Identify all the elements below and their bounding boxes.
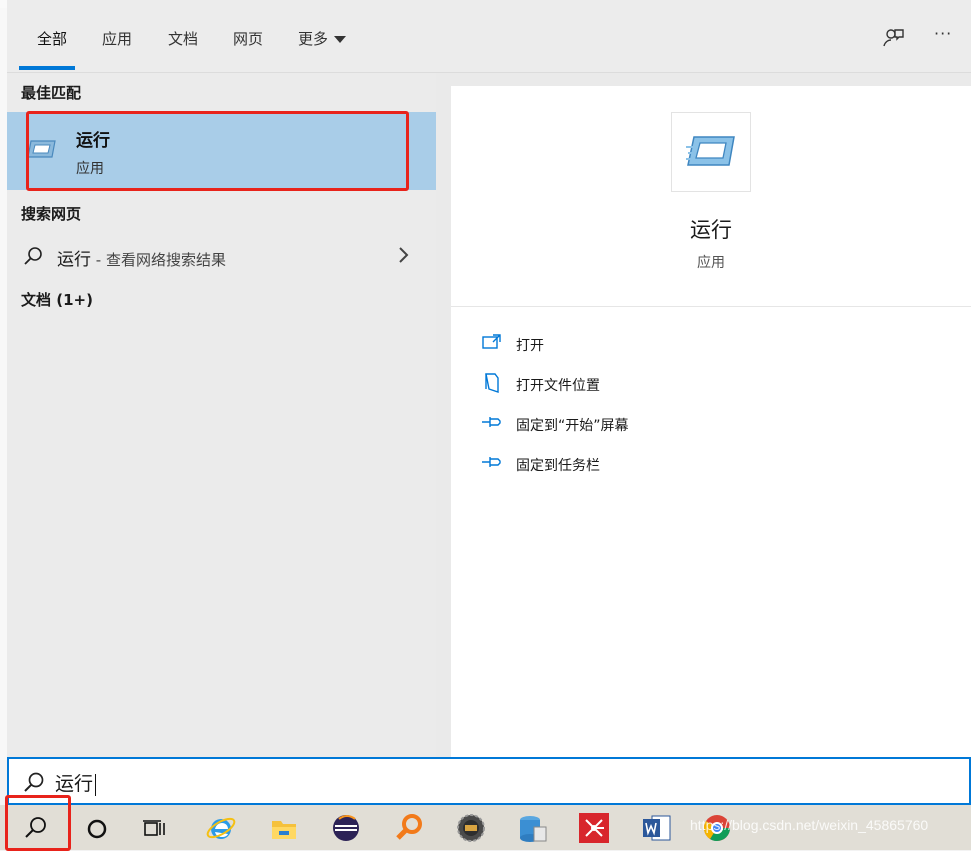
run-app-icon bbox=[686, 136, 735, 166]
word-icon[interactable] bbox=[640, 811, 674, 845]
file-explorer-icon[interactable] bbox=[267, 811, 301, 845]
database-icon[interactable] bbox=[516, 811, 550, 845]
run-app-icon bbox=[27, 140, 56, 158]
tab-more-label: 更多 bbox=[298, 30, 329, 48]
tab-all[interactable]: 全部 bbox=[37, 28, 67, 49]
search-input[interactable]: 运行 bbox=[55, 769, 97, 796]
best-match-subtitle: 应用 bbox=[76, 161, 104, 177]
file-location-icon bbox=[485, 373, 499, 393]
open-file-location-action[interactable]: 打开文件位置 bbox=[481, 370, 881, 400]
open-action[interactable]: 打开 bbox=[481, 330, 881, 360]
preview-subtitle: 应用 bbox=[697, 255, 725, 271]
search-panel: 全部 应用 文档 网页 更多 ··· 最佳匹配 运行 应用 搜索网页 运行 - … bbox=[7, 0, 971, 757]
tab-documents[interactable]: 文档 bbox=[168, 28, 198, 49]
documents-heading: 文档 (1+) bbox=[21, 291, 93, 309]
dev-ide-icon[interactable] bbox=[454, 811, 488, 845]
web-search-heading: 搜索网页 bbox=[21, 205, 82, 223]
preview-icon-box bbox=[671, 112, 751, 192]
preview-title: 运行 bbox=[690, 218, 732, 242]
text-caret bbox=[95, 773, 97, 796]
search-icon bbox=[24, 772, 44, 792]
web-result-suffix: - 查看网络搜索结果 bbox=[91, 251, 226, 269]
task-view-icon[interactable] bbox=[138, 811, 172, 845]
more-options-icon[interactable]: ··· bbox=[934, 24, 952, 43]
web-result-text: 运行 - 查看网络搜索结果 bbox=[57, 245, 226, 270]
chevron-right-icon[interactable] bbox=[397, 246, 411, 264]
open-icon bbox=[482, 334, 501, 349]
pin-icon bbox=[482, 457, 501, 467]
pin-to-taskbar-label: 固定到任务栏 bbox=[516, 458, 600, 474]
best-match-title: 运行 bbox=[76, 131, 110, 151]
open-label: 打开 bbox=[516, 338, 544, 354]
active-tab-indicator bbox=[19, 66, 75, 70]
search-icon[interactable] bbox=[18, 811, 52, 845]
search-box[interactable]: 运行 bbox=[7, 757, 971, 805]
open-file-location-label: 打开文件位置 bbox=[516, 378, 600, 394]
tab-web[interactable]: 网页 bbox=[233, 28, 263, 49]
divider bbox=[451, 306, 971, 307]
tab-apps[interactable]: 应用 bbox=[102, 28, 132, 49]
pin-icon bbox=[482, 417, 501, 427]
search-icon bbox=[24, 247, 42, 265]
eclipse-icon[interactable] bbox=[329, 811, 363, 845]
background-window-edge bbox=[0, 8, 7, 760]
cortana-icon[interactable] bbox=[80, 811, 114, 845]
preview-pane: 运行 应用 打开 打开文件位置 固定到“开始”屏幕 固定到任务栏 bbox=[451, 86, 971, 757]
tab-bar: 全部 应用 文档 网页 更多 ··· bbox=[7, 0, 971, 73]
tab-more[interactable]: 更多 bbox=[298, 28, 347, 49]
xmind-icon[interactable] bbox=[577, 811, 611, 845]
pin-to-taskbar-action[interactable]: 固定到任务栏 bbox=[481, 450, 881, 480]
web-search-result[interactable]: 运行 - 查看网络搜索结果 bbox=[7, 236, 436, 276]
best-match-item[interactable]: 运行 应用 bbox=[7, 112, 436, 190]
watermark: https://blog.csdn.net/weixin_45865760 bbox=[690, 817, 929, 833]
taskbar: https://blog.csdn.net/weixin_45865760 bbox=[0, 795, 971, 851]
ie-icon[interactable] bbox=[204, 811, 238, 845]
chevron-down-icon bbox=[334, 36, 347, 43]
feedback-icon[interactable] bbox=[881, 26, 905, 50]
search-value: 运行 bbox=[55, 773, 94, 795]
pin-to-start-action[interactable]: 固定到“开始”屏幕 bbox=[481, 410, 881, 440]
best-match-heading: 最佳匹配 bbox=[21, 84, 82, 102]
magnifier-app-icon[interactable] bbox=[392, 811, 426, 845]
pin-to-start-label: 固定到“开始”屏幕 bbox=[516, 418, 629, 434]
web-result-query: 运行 bbox=[57, 250, 91, 270]
